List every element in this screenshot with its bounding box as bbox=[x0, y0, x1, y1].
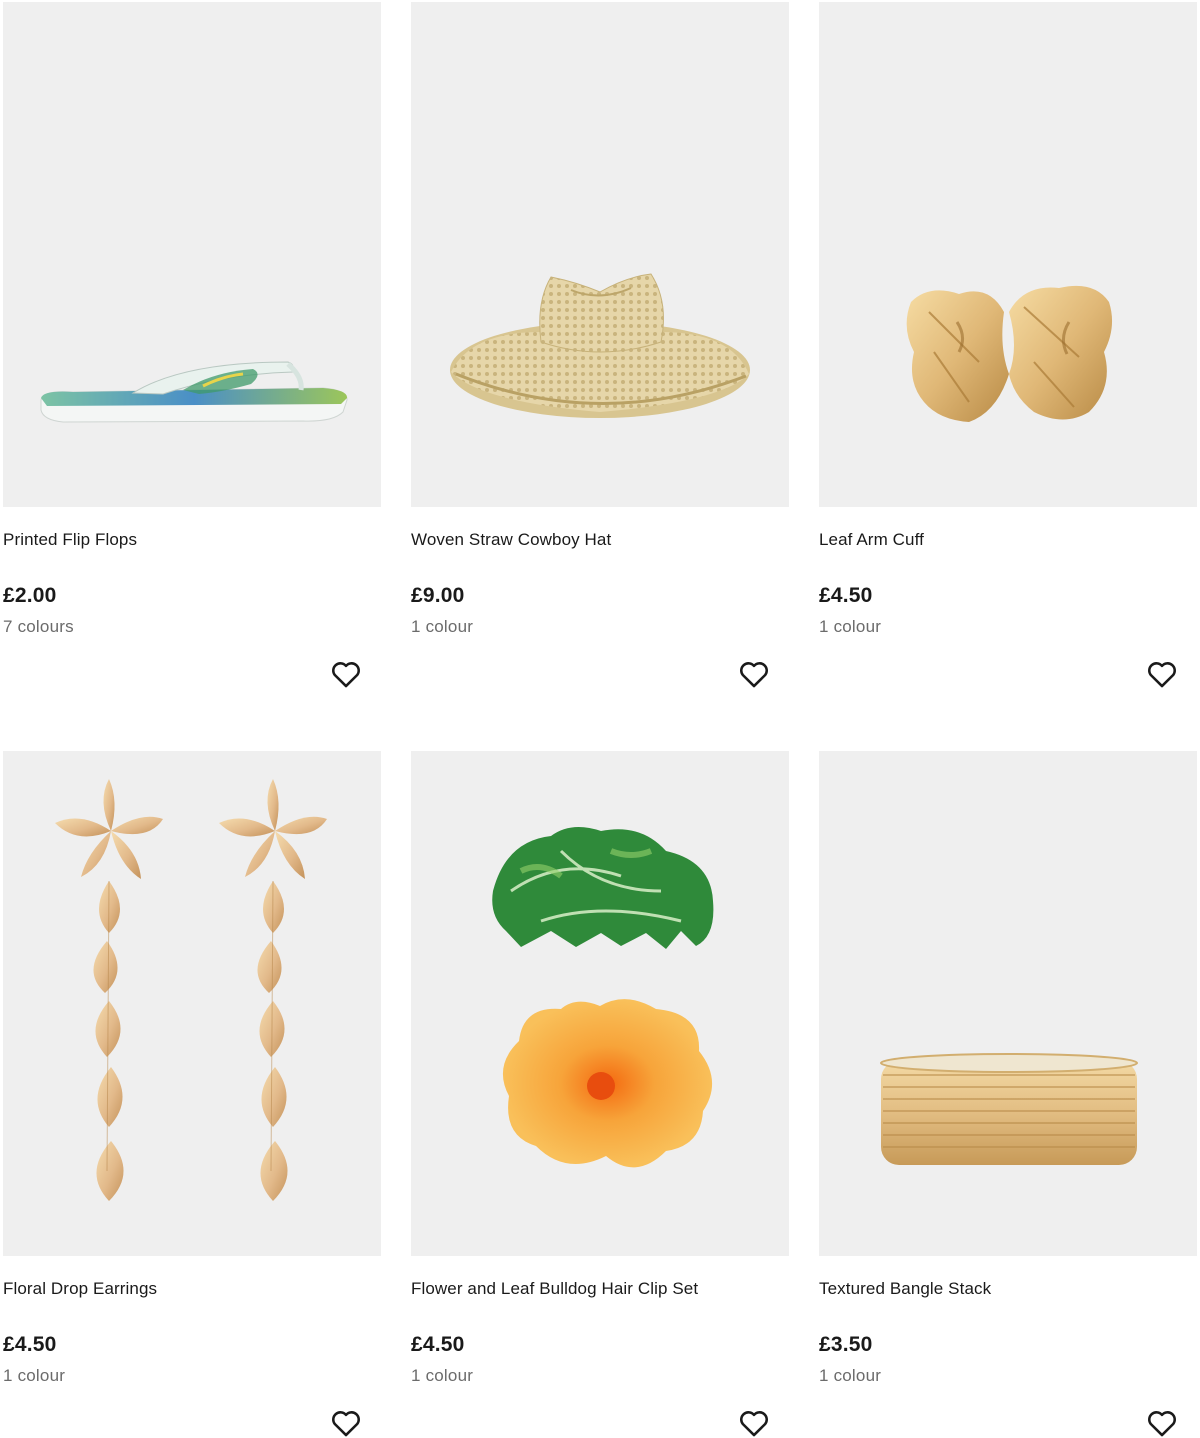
product-name[interactable]: Printed Flip Flops bbox=[3, 530, 137, 550]
product-image[interactable] bbox=[411, 751, 789, 1256]
wishlist-button[interactable] bbox=[737, 1406, 771, 1438]
wishlist-button[interactable] bbox=[329, 657, 363, 691]
leaf-cuff-image bbox=[906, 285, 1113, 422]
product-name[interactable]: Floral Drop Earrings bbox=[3, 1279, 157, 1299]
product-name[interactable]: Leaf Arm Cuff bbox=[819, 530, 924, 550]
product-name[interactable]: Flower and Leaf Bulldog Hair Clip Set bbox=[411, 1279, 698, 1299]
wishlist-button[interactable] bbox=[329, 1406, 363, 1438]
heart-icon bbox=[332, 1411, 360, 1437]
product-colours: 1 colour bbox=[819, 617, 882, 636]
product-name[interactable]: Woven Straw Cowboy Hat bbox=[411, 530, 611, 550]
product-colours: 1 colour bbox=[411, 617, 474, 636]
heart-icon bbox=[740, 662, 768, 688]
product-price: £4.50 bbox=[819, 584, 873, 607]
bangle-stack-image bbox=[880, 1053, 1138, 1165]
product-price: £4.50 bbox=[3, 1333, 57, 1356]
product-image[interactable] bbox=[819, 2, 1197, 507]
product-name[interactable]: Textured Bangle Stack bbox=[819, 1279, 991, 1299]
wishlist-button[interactable] bbox=[737, 657, 771, 691]
product-image[interactable] bbox=[819, 751, 1197, 1256]
floral-earrings-image bbox=[54, 778, 328, 1202]
heart-icon bbox=[1148, 662, 1176, 688]
straw-hat-image bbox=[450, 273, 750, 418]
wishlist-button[interactable] bbox=[1145, 1406, 1179, 1438]
wishlist-button[interactable] bbox=[1145, 657, 1179, 691]
product-image[interactable] bbox=[3, 751, 381, 1256]
product-colours: 1 colour bbox=[411, 1366, 474, 1385]
product-price: £4.50 bbox=[411, 1333, 465, 1356]
product-colours: 1 colour bbox=[3, 1366, 66, 1385]
product-price: £3.50 bbox=[819, 1333, 873, 1356]
product-colours: 7 colours bbox=[3, 617, 74, 636]
heart-icon bbox=[1148, 1411, 1176, 1437]
product-image[interactable] bbox=[3, 2, 381, 507]
heart-icon bbox=[740, 1411, 768, 1437]
product-price: £2.00 bbox=[3, 584, 57, 607]
product-colours: 1 colour bbox=[819, 1366, 882, 1385]
flip-flop-image bbox=[40, 361, 348, 423]
hair-clip-image bbox=[492, 827, 714, 1168]
product-image[interactable] bbox=[411, 2, 789, 507]
heart-icon bbox=[332, 662, 360, 688]
product-price: £9.00 bbox=[411, 584, 465, 607]
